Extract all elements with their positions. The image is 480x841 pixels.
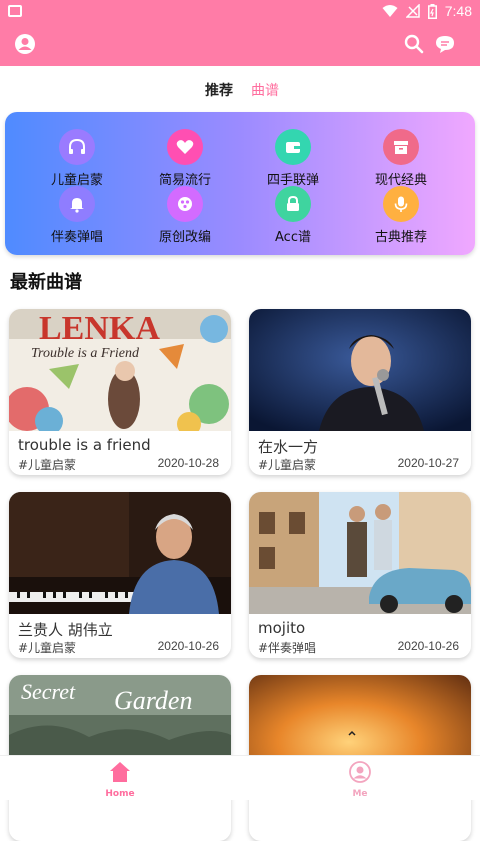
cover-title: LENKA	[39, 310, 160, 347]
card-date: 2020-10-26	[397, 639, 459, 653]
nav-home[interactable]: Home	[90, 760, 150, 799]
message-icon[interactable]	[434, 33, 456, 55]
signal-icon	[405, 4, 420, 18]
street-with-car	[249, 492, 471, 614]
card-date: 2020-10-26	[157, 639, 219, 653]
sheet-card[interactable]: mojito #伴奏弹唱 2020-10-26	[249, 492, 471, 658]
card-tag: #儿童启蒙	[18, 458, 77, 472]
category-classical[interactable]: 古典推荐	[361, 186, 441, 245]
pianist-photo	[9, 492, 231, 614]
category-acc[interactable]: Acc谱	[253, 186, 333, 245]
wallet-icon	[275, 129, 311, 165]
lock-icon	[275, 186, 311, 222]
category-original[interactable]: 原创改编	[145, 186, 225, 245]
sheet-card[interactable]: 兰贵人 胡伟立 #儿童启蒙 2020-10-26	[9, 492, 231, 658]
bell-icon	[59, 186, 95, 222]
card-title: 兰贵人 胡伟立	[18, 621, 113, 639]
heart-icon	[167, 129, 203, 165]
headphones-icon	[59, 129, 95, 165]
category-label: 古典推荐	[374, 230, 427, 245]
app-bar	[0, 24, 480, 66]
sheet-card[interactable]: 在水一方 #儿童启蒙 2020-10-27	[249, 309, 471, 475]
category-children[interactable]: 儿童启蒙	[37, 129, 117, 188]
sheet-card[interactable]: LENKA Trouble is a Friend trouble is a f…	[9, 309, 231, 475]
card-date: 2020-10-28	[157, 456, 219, 470]
search-icon[interactable]	[403, 33, 425, 55]
card-title: mojito	[258, 619, 306, 637]
cover-title-secret: Secret	[21, 679, 76, 704]
wifi-icon	[382, 5, 398, 17]
status-bar: 7:48	[0, 0, 480, 24]
bottom-nav: Home Me	[0, 755, 480, 800]
card-tag: #伴奏弹唱	[258, 641, 317, 655]
lenka-album-cover: LENKA Trouble is a Friend	[9, 309, 231, 431]
nav-label: Me	[352, 789, 368, 799]
card-title: 在水一方	[258, 438, 319, 456]
category-label: 原创改编	[158, 230, 211, 245]
microphone-icon	[383, 186, 419, 222]
category-four-hands[interactable]: 四手联弹	[253, 129, 333, 188]
card-date: 2020-10-27	[397, 456, 459, 470]
category-label: 伴奏弹唱	[50, 230, 103, 245]
home-icon	[110, 762, 130, 782]
user-icon[interactable]	[14, 33, 36, 55]
status-time: 7:48	[444, 3, 472, 19]
share-icon	[167, 186, 203, 222]
category-easy-pop[interactable]: 简易流行	[145, 129, 225, 188]
category-panel: 儿童启蒙 简易流行 四手联弹 现代经典 伴奏弹唱 原创改编 Acc谱 古典推荐	[5, 112, 475, 255]
person-icon	[349, 761, 371, 783]
tab-sheet-music[interactable]: 曲谱	[251, 80, 279, 100]
nav-label: Home	[105, 789, 135, 799]
image-icon	[8, 5, 22, 17]
section-title: 最新曲谱	[10, 272, 82, 293]
category-label: Acc谱	[275, 230, 311, 245]
card-tag: #儿童启蒙	[18, 641, 77, 655]
card-title: trouble is a friend	[18, 436, 151, 454]
category-accompaniment[interactable]: 伴奏弹唱	[37, 186, 117, 245]
nav-me[interactable]: Me	[330, 760, 390, 799]
cover-subtitle: Trouble is a Friend	[31, 346, 140, 361]
tab-bar: 推荐 曲谱	[0, 66, 480, 110]
battery-icon	[427, 3, 437, 19]
category-modern-classic[interactable]: 现代经典	[361, 129, 441, 188]
status-icons: 7:48	[382, 3, 472, 19]
tab-recommend[interactable]: 推荐	[205, 80, 233, 100]
singer-on-stage	[249, 309, 471, 431]
box-icon	[383, 129, 419, 165]
card-tag: #儿童启蒙	[258, 458, 317, 472]
cover-title-garden: Garden	[114, 686, 192, 715]
